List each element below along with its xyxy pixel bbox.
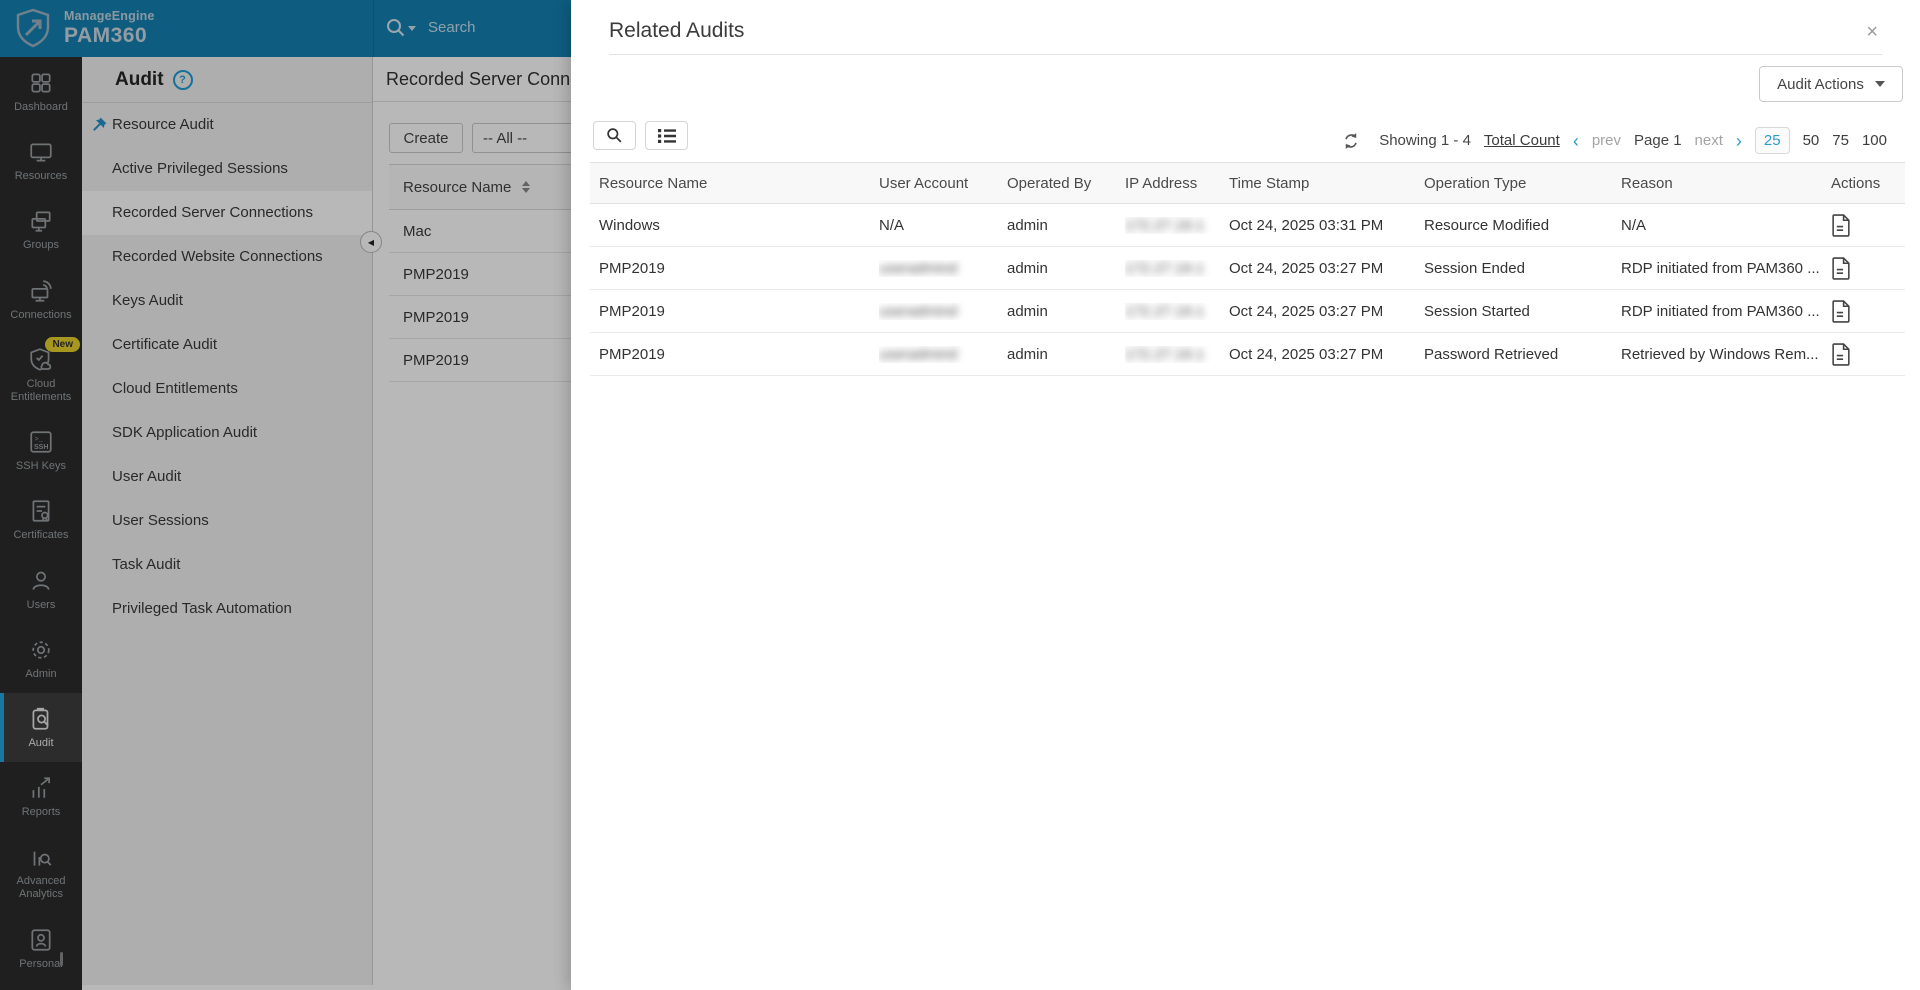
user-account-cell: N/A bbox=[879, 216, 905, 234]
reason-cell: N/A bbox=[1621, 216, 1647, 234]
total-count-link[interactable]: Total Count bbox=[1484, 132, 1560, 149]
list-view-icon bbox=[657, 128, 676, 143]
audit-table-header-row: Resource Name User Account Operated By I… bbox=[590, 162, 1905, 204]
operated-by-cell: admin bbox=[1007, 345, 1048, 363]
time-stamp-cell: Oct 24, 2025 03:27 PM bbox=[1229, 302, 1384, 320]
pagination-bar: Showing 1 - 4 Total Count ‹ prev Page 1 … bbox=[1342, 126, 1887, 155]
table-row[interactable]: PMP2019 useradmind admin 172.27.19.1 Oct… bbox=[590, 333, 1905, 376]
audit-actions-label: Audit Actions bbox=[1777, 75, 1864, 93]
ip-address-cell-redacted: 172.27.19.1 bbox=[1125, 216, 1205, 234]
audit-details-icon[interactable] bbox=[1831, 342, 1852, 366]
time-stamp-cell: Oct 24, 2025 03:27 PM bbox=[1229, 345, 1384, 363]
reason-cell: RDP initiated from PAM360 ... bbox=[1621, 302, 1820, 320]
column-header-actions: Actions bbox=[1831, 174, 1881, 192]
showing-count: Showing 1 - 4 bbox=[1379, 132, 1471, 149]
column-header-ip-address[interactable]: IP Address bbox=[1125, 175, 1229, 192]
operated-by-cell: admin bbox=[1007, 259, 1048, 277]
audit-details-icon[interactable] bbox=[1831, 299, 1852, 323]
page-size-100[interactable]: 100 bbox=[1862, 132, 1887, 149]
time-stamp-cell: Oct 24, 2025 03:31 PM bbox=[1229, 216, 1384, 234]
reason-cell: Retrieved by Windows Rem... bbox=[1621, 345, 1819, 363]
table-row[interactable]: PMP2019 useradmind admin 172.27.19.1 Oct… bbox=[590, 290, 1905, 333]
table-row[interactable]: Windows N/A admin 172.27.19.1 Oct 24, 20… bbox=[590, 204, 1905, 247]
ip-address-cell-redacted: 172.27.19.1 bbox=[1125, 302, 1205, 320]
column-header-operation-type[interactable]: Operation Type bbox=[1424, 175, 1621, 192]
column-header-reason[interactable]: Reason bbox=[1621, 175, 1831, 192]
operation-type-cell: Password Retrieved bbox=[1424, 345, 1559, 363]
column-header-user-account[interactable]: User Account bbox=[879, 175, 1007, 192]
resource-name-cell: Windows bbox=[599, 216, 660, 234]
table-search-button[interactable] bbox=[593, 121, 636, 150]
search-icon bbox=[607, 128, 622, 143]
page-size-75[interactable]: 75 bbox=[1832, 132, 1849, 149]
chevron-down-icon bbox=[1874, 81, 1885, 87]
ip-address-cell-redacted: 172.27.19.1 bbox=[1125, 259, 1205, 277]
ip-address-cell-redacted: 172.27.19.1 bbox=[1125, 345, 1205, 363]
prev-chevron-icon[interactable]: ‹ bbox=[1573, 132, 1579, 150]
operated-by-cell: admin bbox=[1007, 302, 1048, 320]
resource-name-cell: PMP2019 bbox=[599, 302, 665, 320]
audit-details-icon[interactable] bbox=[1831, 256, 1852, 280]
related-audits-modal: Related Audits × Audit Actions Showing 1… bbox=[571, 0, 1920, 990]
resource-name-cell: PMP2019 bbox=[599, 345, 665, 363]
column-header-resource-name[interactable]: Resource Name bbox=[590, 175, 879, 192]
user-account-cell-redacted: useradmind bbox=[879, 259, 958, 277]
column-chooser-button[interactable] bbox=[645, 121, 688, 150]
operation-type-cell: Session Ended bbox=[1424, 259, 1525, 277]
modal-header-divider bbox=[609, 54, 1882, 55]
reason-cell: RDP initiated from PAM360 ... bbox=[1621, 259, 1820, 277]
operation-type-cell: Session Started bbox=[1424, 302, 1530, 320]
prev-button[interactable]: prev bbox=[1592, 132, 1621, 149]
column-header-time-stamp[interactable]: Time Stamp bbox=[1229, 175, 1424, 192]
resource-name-cell: PMP2019 bbox=[599, 259, 665, 277]
next-button[interactable]: next bbox=[1695, 132, 1723, 149]
time-stamp-cell: Oct 24, 2025 03:27 PM bbox=[1229, 259, 1384, 277]
operated-by-cell: admin bbox=[1007, 216, 1048, 234]
operation-type-cell: Resource Modified bbox=[1424, 216, 1550, 234]
refresh-icon[interactable] bbox=[1342, 132, 1360, 150]
user-account-cell-redacted: useradmind bbox=[879, 345, 958, 363]
table-row[interactable]: PMP2019 useradmind admin 172.27.19.1 Oct… bbox=[590, 247, 1905, 290]
column-header-operated-by[interactable]: Operated By bbox=[1007, 175, 1125, 192]
close-icon[interactable]: × bbox=[1866, 22, 1878, 42]
audit-details-icon[interactable] bbox=[1831, 213, 1852, 237]
page-size-50[interactable]: 50 bbox=[1803, 132, 1820, 149]
modal-title: Related Audits bbox=[609, 19, 745, 42]
page-size-25[interactable]: 25 bbox=[1754, 127, 1790, 154]
audit-actions-button[interactable]: Audit Actions bbox=[1759, 66, 1903, 102]
next-chevron-icon[interactable]: › bbox=[1736, 132, 1742, 150]
page-indicator: Page 1 bbox=[1634, 132, 1682, 149]
related-audits-table: Resource Name User Account Operated By I… bbox=[590, 162, 1905, 376]
user-account-cell-redacted: useradmind bbox=[879, 302, 958, 320]
